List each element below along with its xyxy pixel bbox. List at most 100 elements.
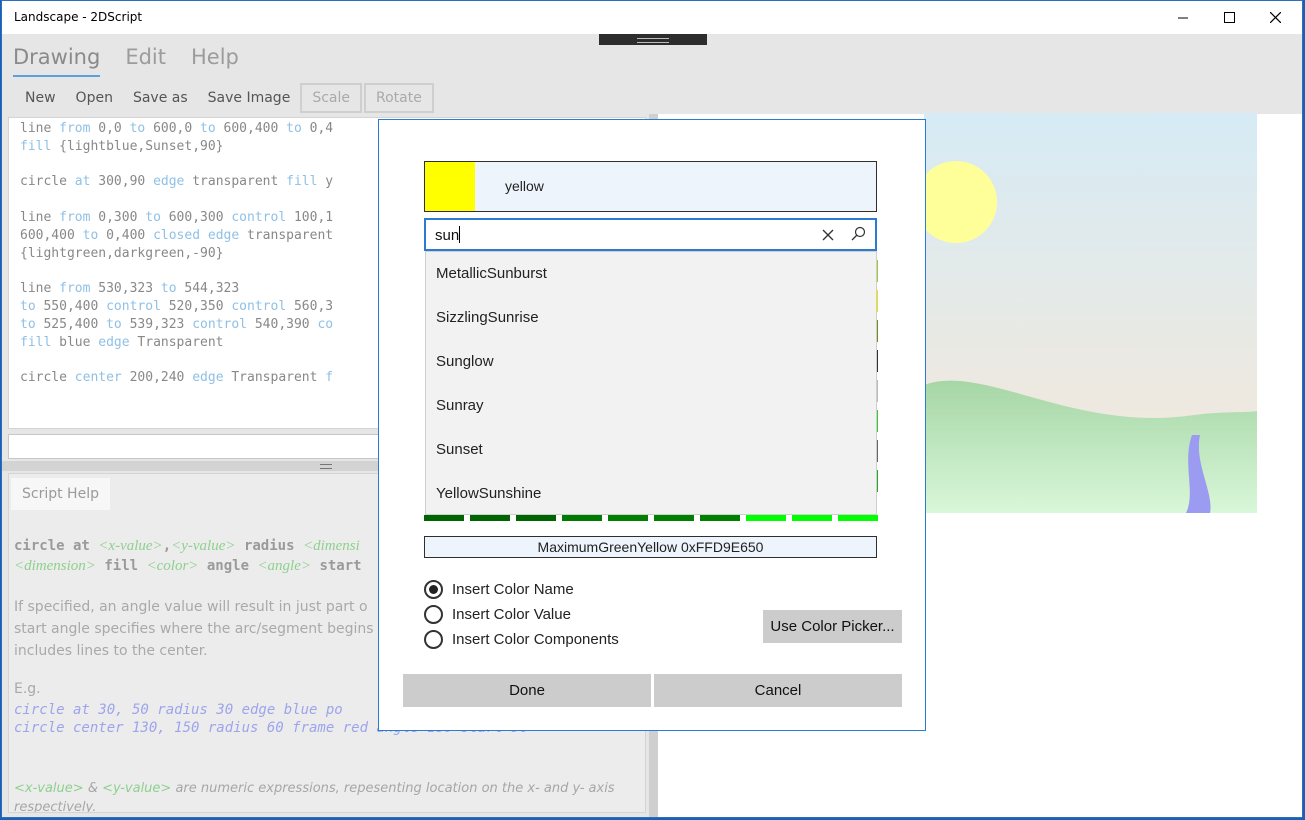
syntax-placeholder: <dimensi [302, 538, 360, 554]
code-token: 544,323 [176, 281, 240, 297]
rotate-toggle[interactable]: Rotate [363, 83, 434, 113]
radio-button[interactable] [424, 630, 443, 649]
maximize-button[interactable] [1206, 1, 1252, 34]
color-swatch[interactable] [700, 515, 740, 521]
radio-button[interactable] [424, 580, 443, 599]
open-button[interactable]: Open [66, 83, 123, 113]
panel-grabber[interactable] [599, 34, 707, 45]
code-keyword: to [145, 209, 161, 225]
code-keyword: edge [153, 174, 185, 190]
color-swatch[interactable] [838, 515, 878, 521]
suggestion-item[interactable]: Sunray [426, 384, 876, 428]
suggestion-item[interactable]: SizzlingSunrise [426, 296, 876, 340]
code-token: 560,3 [286, 298, 334, 314]
text-caret [459, 226, 461, 243]
code-keyword: edge [192, 370, 224, 386]
example-label: E.g. [14, 681, 41, 697]
color-swatch[interactable] [470, 515, 510, 521]
code-token: circle [20, 370, 75, 386]
use-color-picker-button[interactable]: Use Color Picker... [763, 610, 902, 643]
code-token: line [20, 281, 60, 297]
code-keyword: control [192, 316, 248, 332]
new-button[interactable]: New [15, 83, 66, 113]
option-insert-color-value[interactable]: Insert Color Value [424, 605, 571, 624]
hover-color-info: MaximumGreenYellow 0xFFD9E650 [424, 536, 877, 558]
code-keyword: to [129, 121, 146, 136]
code-keyword: to [106, 316, 122, 332]
code-keyword: fill [20, 334, 52, 350]
tab-edit[interactable]: Edit [125, 45, 166, 77]
search-icon[interactable] [850, 225, 868, 243]
code-token: {lightgreen,darkgreen,-90} [20, 245, 224, 261]
code-token: 520,350 [160, 298, 232, 314]
radio-button[interactable] [424, 605, 443, 624]
code-token: {lightblue,Sunset,90} [51, 138, 224, 154]
code-token: 0,300 [90, 209, 146, 225]
maximize-icon [1223, 12, 1235, 23]
syntax-text: circle at [14, 538, 99, 554]
window-title: Landscape - 2DScript [14, 10, 143, 24]
code-keyword: to [200, 121, 216, 136]
code-keyword: fill [286, 174, 318, 190]
option-insert-color-components[interactable]: Insert Color Components [424, 630, 619, 649]
cancel-button[interactable]: Cancel [654, 674, 902, 707]
suggestion-item[interactable]: Sunglow [426, 340, 876, 384]
suggestion-item[interactable]: MetallicSunburst [426, 252, 876, 296]
color-swatch[interactable] [654, 515, 694, 521]
code-keyword: fill [20, 138, 52, 154]
syntax-placeholder: <color> [146, 558, 199, 574]
title-bar: Landscape - 2DScript [2, 1, 1302, 34]
option-insert-color-name[interactable]: Insert Color Name [424, 580, 574, 599]
scale-toggle[interactable]: Scale [300, 83, 362, 113]
tab-help[interactable]: Help [191, 45, 239, 77]
color-swatch[interactable] [516, 515, 556, 521]
color-search-box[interactable]: sun [424, 218, 877, 251]
syntax-placeholder: <angle> [257, 558, 312, 574]
color-swatch[interactable] [562, 515, 602, 521]
color-swatch[interactable] [792, 515, 832, 521]
save-image-button[interactable]: Save Image [198, 83, 301, 113]
code-token: line [20, 121, 60, 136]
syntax-placeholder: <dimension> [14, 558, 96, 574]
tab-script-help[interactable]: Script Help [11, 478, 110, 510]
code-keyword: to [286, 121, 302, 136]
help-footnote: <x-value> & <y-value> are numeric expres… [14, 779, 634, 812]
code-keyword: co [317, 316, 334, 332]
selected-color-name: yellow [505, 178, 544, 194]
code-token: 0,0 [90, 121, 130, 136]
code-keyword: control [231, 298, 287, 314]
close-button[interactable] [1252, 1, 1298, 34]
color-swatch[interactable] [608, 515, 648, 521]
code-token: 530,323 [90, 281, 161, 297]
code-keyword: control [231, 209, 287, 225]
suggestion-item[interactable]: Sunset [426, 428, 876, 472]
syntax-text: fill [95, 558, 147, 574]
code-token: 300,90 [90, 174, 154, 190]
code-keyword: edge [207, 227, 240, 243]
suggestion-item[interactable]: YellowSunshine [426, 472, 876, 516]
code-keyword: at [74, 174, 91, 190]
code-token: 200,240 [121, 370, 193, 386]
minimize-button[interactable] [1160, 1, 1206, 34]
tab-drawing[interactable]: Drawing [13, 45, 101, 77]
done-button[interactable]: Done [403, 674, 651, 707]
selected-color-display: yellow [424, 161, 877, 212]
color-swatch[interactable] [746, 515, 786, 521]
code-token: 540,390 [247, 316, 318, 332]
save-as-button[interactable]: Save as [123, 83, 198, 113]
code-token: circle [20, 174, 75, 190]
code-token: 550,400 [35, 298, 107, 314]
code-token: Transparent [129, 334, 224, 350]
color-swatch-row [424, 515, 878, 521]
clear-icon[interactable] [819, 226, 837, 244]
foot-text: & [83, 781, 103, 796]
toolbar: New Open Save as Save Image Scale Rotate [15, 83, 436, 113]
search-input[interactable]: sun [435, 226, 461, 244]
option-label: Insert Color Value [452, 606, 571, 623]
code-token: transparent [184, 174, 287, 190]
code-keyword: f [325, 370, 334, 386]
code-keyword: to [82, 227, 99, 243]
foot-placeholder: <y-value> [102, 781, 172, 796]
code-token: line [20, 209, 60, 225]
color-swatch[interactable] [424, 515, 464, 521]
